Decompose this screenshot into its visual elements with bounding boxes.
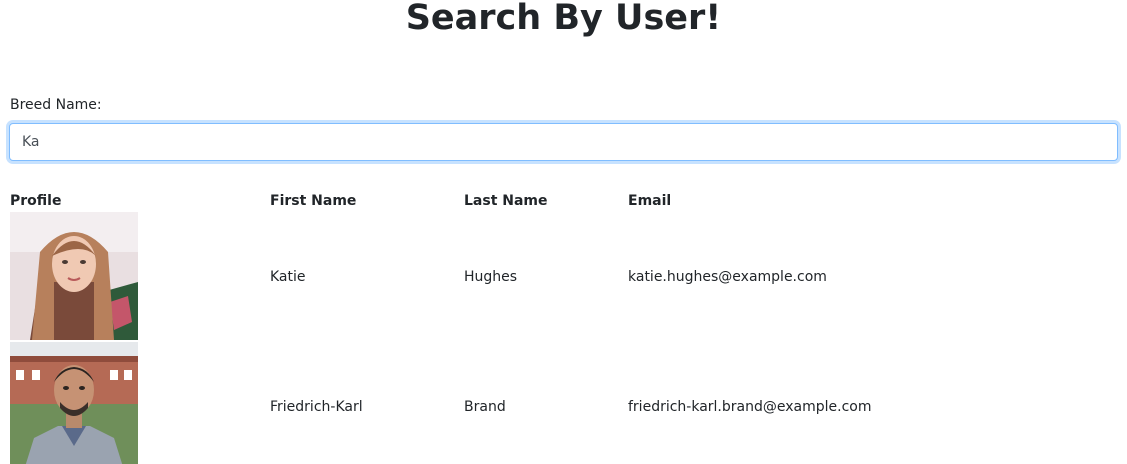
first-name-cell: Katie <box>270 269 306 285</box>
profile-cell <box>10 212 270 342</box>
breed-name-label: Breed Name: <box>10 97 102 113</box>
first-name-cell: Friedrich-Karl <box>270 399 363 415</box>
breed-name-input[interactable] <box>9 123 1118 161</box>
table-header-row: Profile First Name Last Name Email <box>10 190 988 212</box>
profile-photo-friedrich-karl <box>10 342 138 464</box>
page-title: Search By User! <box>405 0 722 38</box>
table-row: Katie Hughes katie.hughes@example.com <box>10 212 988 342</box>
profile-photo-katie <box>10 212 138 340</box>
page: Search By User! Breed Name: Profile Firs… <box>0 0 1127 464</box>
profile-cell <box>10 342 270 464</box>
column-header-email: Email <box>628 193 672 209</box>
column-header-last-name: Last Name <box>464 193 548 209</box>
column-header-first-name: First Name <box>270 193 357 209</box>
avatar <box>10 342 138 464</box>
avatar <box>10 212 138 340</box>
last-name-cell: Hughes <box>464 269 518 285</box>
table-row: Friedrich-Karl Brand friedrich-karl.bran… <box>10 342 988 464</box>
email-cell: katie.hughes@example.com <box>628 269 827 285</box>
users-table: Profile First Name Last Name Email Katie… <box>10 190 988 464</box>
last-name-cell: Brand <box>464 399 506 415</box>
email-cell: friedrich-karl.brand@example.com <box>628 399 872 415</box>
column-header-profile: Profile <box>10 193 62 209</box>
